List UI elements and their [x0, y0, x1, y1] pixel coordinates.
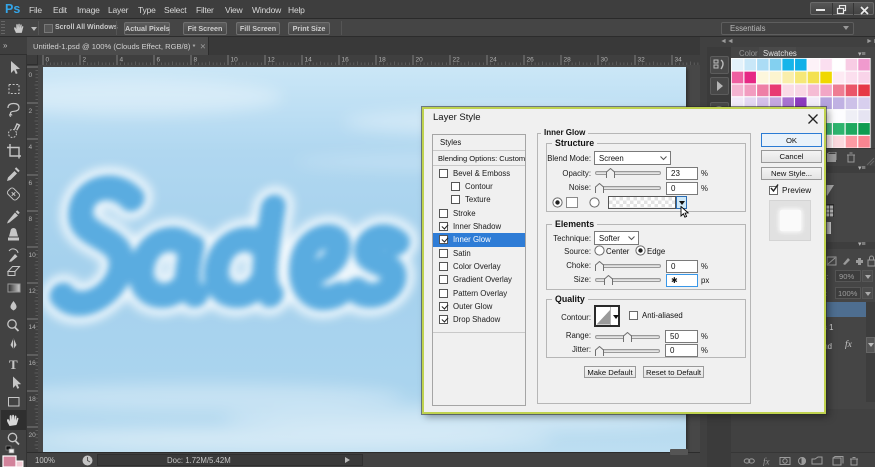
- svg-text:0: 0: [46, 57, 50, 64]
- svg-text:2: 2: [29, 108, 33, 115]
- svg-text:12: 12: [268, 57, 276, 64]
- svg-text:14: 14: [29, 324, 37, 331]
- svg-text:16: 16: [29, 360, 37, 367]
- svg-text:28: 28: [564, 57, 572, 64]
- svg-text:2: 2: [83, 57, 87, 64]
- svg-text:6: 6: [157, 57, 161, 64]
- svg-text:30: 30: [601, 57, 609, 64]
- svg-text:4: 4: [29, 144, 33, 151]
- svg-text:16: 16: [342, 57, 350, 64]
- svg-text:34: 34: [675, 57, 683, 64]
- svg-text:14: 14: [305, 57, 313, 64]
- svg-text:fx: fx: [763, 457, 770, 467]
- svg-text:24: 24: [490, 57, 498, 64]
- svg-text:0: 0: [29, 72, 33, 79]
- svg-text:26: 26: [527, 57, 535, 64]
- svg-text:20: 20: [29, 432, 37, 439]
- svg-text:12: 12: [29, 288, 37, 295]
- svg-text:18: 18: [379, 57, 387, 64]
- svg-text:18: 18: [29, 396, 37, 403]
- svg-text:4: 4: [120, 57, 124, 64]
- svg-text:6: 6: [29, 180, 33, 187]
- svg-text:8: 8: [194, 57, 198, 64]
- svg-text:20: 20: [416, 57, 424, 64]
- svg-text:22: 22: [453, 57, 461, 64]
- svg-text:10: 10: [29, 252, 37, 259]
- svg-text:8: 8: [29, 216, 33, 223]
- svg-text:32: 32: [638, 57, 646, 64]
- svg-text:10: 10: [231, 57, 239, 64]
- svg-text:T: T: [9, 357, 18, 372]
